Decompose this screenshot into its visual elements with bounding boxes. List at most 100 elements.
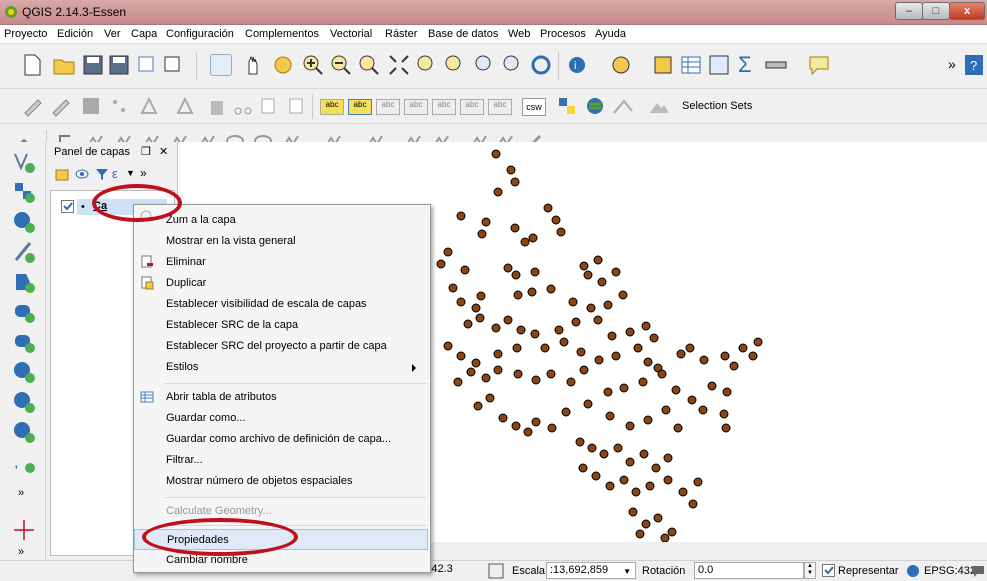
layer-checkbox-icon[interactable] (61, 200, 74, 213)
add-wms-layer-icon[interactable] (12, 360, 36, 384)
pan-map-icon[interactable] (242, 54, 264, 76)
render-checkbox[interactable] (822, 564, 835, 577)
add-postgis-layer-icon[interactable] (12, 210, 36, 234)
manage-visibility-icon[interactable] (74, 166, 90, 182)
statistical-summary-icon[interactable] (708, 54, 730, 76)
metasearch-csw-icon[interactable]: csw (522, 98, 546, 116)
panel-more-icon[interactable]: » (140, 166, 147, 180)
menu-show-feature-count[interactable]: Mostrar número de objetos espaciales (134, 471, 428, 492)
cut-features-icon[interactable] (232, 95, 254, 117)
open-project-icon[interactable] (52, 54, 76, 76)
rotate-label-icon[interactable]: abc (460, 99, 484, 115)
globe-icon[interactable] (584, 95, 606, 117)
label-highlight-icon[interactable]: abc (348, 99, 372, 115)
zoom-native-icon[interactable] (358, 54, 380, 76)
add-wcs-layer-icon[interactable] (12, 390, 36, 414)
identify-features-icon[interactable]: i (566, 54, 588, 76)
measure-icon[interactable] (764, 54, 790, 76)
menu-duplicate[interactable]: Duplicar (134, 273, 428, 294)
delete-selected-icon[interactable] (206, 95, 228, 117)
zoom-in-icon[interactable] (302, 54, 324, 76)
new-print-composer-icon[interactable] (136, 54, 158, 76)
toolbar-more-icon[interactable]: » (948, 56, 956, 72)
move-feature-icon[interactable] (138, 95, 160, 117)
menu-proyecto[interactable]: Proyecto (4, 28, 47, 40)
messages-icon[interactable] (970, 563, 986, 579)
menu-vectorial[interactable]: Vectorial (330, 28, 372, 40)
save-project-icon[interactable] (82, 54, 104, 76)
composer-manager-icon[interactable] (162, 54, 184, 76)
add-wfs-layer-icon[interactable] (12, 420, 36, 444)
new-project-icon[interactable] (22, 54, 42, 76)
zoom-full-icon[interactable] (388, 54, 410, 76)
paste-features-icon[interactable] (286, 95, 308, 117)
menu-remove[interactable]: Eliminar (134, 252, 428, 273)
zoom-out-icon[interactable] (330, 54, 352, 76)
help-icon[interactable]: ? (964, 54, 984, 76)
pin-labels-icon[interactable]: abc (376, 99, 400, 115)
menu-zoom-to-layer[interactable]: Zum a la capa (134, 210, 428, 231)
menu-show-in-overview[interactable]: Mostrar en la vista general (134, 231, 428, 252)
menu-save-layer-definition[interactable]: Guardar como archivo de definición de ca… (134, 429, 428, 450)
sum-icon[interactable]: Σ (738, 52, 752, 78)
toggle-extents-icon[interactable] (488, 563, 504, 579)
menu-procesos[interactable]: Procesos (540, 28, 586, 40)
panel-close-icon[interactable]: ✕ (159, 145, 168, 158)
gps-line-icon[interactable] (612, 95, 642, 117)
toggle-editing-icon[interactable] (50, 95, 72, 117)
terrain-icon[interactable] (648, 95, 670, 117)
zoom-to-selection-icon[interactable] (416, 54, 438, 76)
zoom-last-icon[interactable] (474, 54, 496, 76)
menu-save-as[interactable]: Guardar como... (134, 408, 428, 429)
save-edits-icon[interactable] (80, 95, 102, 117)
minimize-button[interactable]: – (895, 2, 923, 20)
menu-edicion[interactable]: Edición (57, 28, 93, 40)
menu-configuracion[interactable]: Configuración (166, 28, 234, 40)
current-edits-icon[interactable] (22, 95, 44, 117)
select-features-icon[interactable] (610, 54, 632, 76)
menu-web[interactable]: Web (508, 28, 530, 40)
panel-float-icon[interactable]: ❐ (141, 145, 151, 158)
selection-sets-label[interactable]: Selection Sets (682, 100, 752, 112)
menu-open-attribute-table[interactable]: Abrir tabla de atributos (134, 387, 428, 408)
rotation-input[interactable]: 0.0 (694, 562, 804, 579)
scale-select[interactable]: :13,692,859 ▼ (546, 562, 636, 579)
menu-scale-visibility[interactable]: Establecer visibilidad de escala de capa… (134, 294, 428, 315)
add-db2-layer-icon[interactable] (12, 300, 36, 324)
node-tool-icon[interactable] (174, 95, 196, 117)
zoom-next-icon[interactable] (502, 54, 524, 76)
move-label-icon[interactable]: abc (432, 99, 456, 115)
menu-set-layer-crs[interactable]: Establecer SRC de la capa (134, 315, 428, 336)
add-feature-icon[interactable] (108, 95, 130, 117)
label-tool-icon[interactable]: abc (320, 99, 344, 115)
add-oracle-layer-icon[interactable] (12, 330, 36, 354)
add-delimited-text-icon[interactable]: , (12, 450, 36, 474)
menu-base-de-datos[interactable]: Base de datos (428, 28, 498, 40)
add-vector-layer-icon[interactable] (12, 150, 36, 174)
filter-legend-icon[interactable] (94, 166, 110, 182)
add-raster-layer-icon[interactable] (12, 180, 36, 204)
copy-features-icon[interactable] (258, 95, 280, 117)
add-group-icon[interactable] (54, 166, 70, 182)
menu-ver[interactable]: Ver (104, 28, 121, 40)
toolbar-expand-icon[interactable]: » (18, 487, 24, 499)
toolbar-expand-icon-2[interactable]: » (18, 546, 24, 558)
zoom-to-layer-icon[interactable] (444, 54, 466, 76)
menu-capa[interactable]: Capa (131, 28, 157, 40)
open-attribute-table-icon[interactable] (680, 54, 702, 76)
expand-all-icon[interactable]: ▼ (126, 168, 135, 178)
close-button[interactable]: x (949, 2, 985, 20)
menu-complementos[interactable]: Complementos (245, 28, 319, 40)
menu-ayuda[interactable]: Ayuda (595, 28, 626, 40)
pan-to-selection-icon[interactable] (272, 54, 294, 76)
add-spatialite-layer-icon[interactable] (12, 240, 36, 264)
maximize-button[interactable]: □ (922, 2, 950, 20)
save-as-icon[interactable] (108, 54, 130, 76)
menu-styles[interactable]: Estilos (134, 357, 428, 378)
refresh-icon[interactable] (530, 54, 552, 76)
pan-select-icon[interactable] (210, 54, 232, 76)
crs-globe-icon[interactable] (905, 563, 921, 579)
rotation-spinner[interactable]: ▲ ▼ (804, 562, 816, 579)
add-mssql-layer-icon[interactable] (12, 270, 36, 294)
python-console-icon[interactable] (556, 95, 578, 117)
